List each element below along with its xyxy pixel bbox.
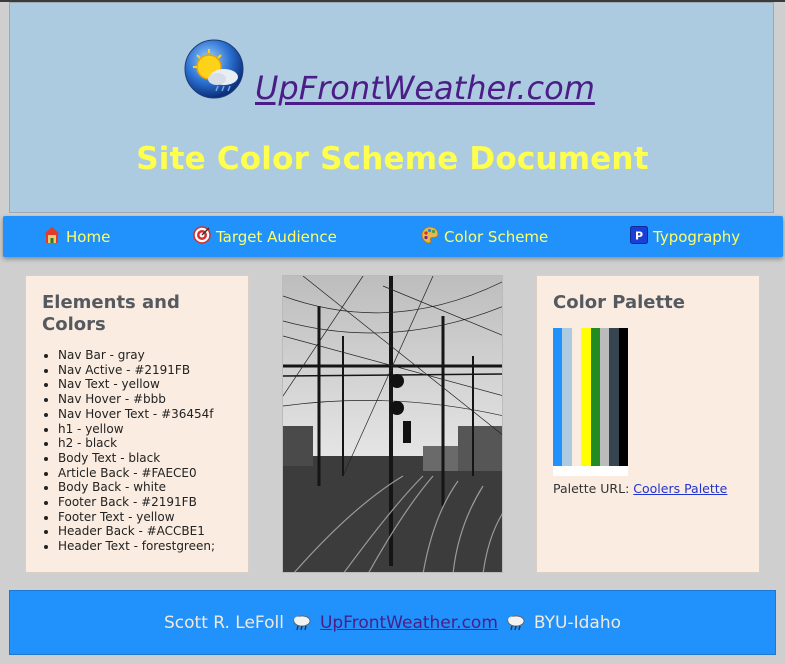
nav-item-typography[interactable]: P Typography	[630, 216, 740, 257]
swatch	[618, 328, 628, 466]
list-item: Article Back - #FAECE0	[58, 466, 215, 481]
rain-cloud-icon	[506, 614, 526, 632]
nav-label: Home	[66, 227, 111, 246]
list-item: Nav Hover Text - #36454f	[58, 407, 215, 422]
swatch	[562, 328, 572, 466]
home-icon	[43, 226, 66, 248]
list-item: Header Text - forestgreen;	[58, 539, 215, 554]
list-item: Nav Bar - gray	[58, 348, 215, 363]
site-header: UpFrontWeather.com Site Color Scheme Doc…	[9, 2, 774, 213]
elements-list: Nav Bar - gray Nav Active - #2191FB Nav …	[42, 348, 215, 554]
list-item: Nav Hover - #bbb	[58, 392, 215, 407]
list-item: Body Back - white	[58, 480, 215, 495]
list-item: Body Text - black	[58, 451, 215, 466]
nav-label: Color Scheme	[444, 227, 549, 246]
list-item: Header Back - #ACCBE1	[58, 524, 215, 539]
swatch	[599, 328, 610, 466]
rain-cloud-icon	[292, 614, 312, 632]
swatch	[581, 328, 591, 466]
coolers-palette-link[interactable]: Coolers Palette	[633, 481, 727, 496]
site-footer: Scott R. LeFoll UpFrontWeather.com BYU-I…	[9, 590, 776, 655]
elements-colors-card: Elements and Colors Nav Bar - gray Nav A…	[25, 275, 249, 573]
p-icon: P	[630, 225, 653, 248]
swatch	[609, 328, 619, 466]
railway-photo	[282, 275, 503, 573]
list-item: Nav Active - #2191FB	[58, 363, 215, 378]
card-heading: Elements and Colors	[42, 292, 180, 335]
swatch	[553, 328, 563, 466]
weather-sun-cloud-icon	[184, 39, 244, 99]
palette-url: Palette URL: Coolers Palette	[553, 481, 727, 496]
list-item: h1 - yellow	[58, 422, 215, 437]
list-item: Footer Text - yellow	[58, 510, 215, 525]
footer-site-link[interactable]: UpFrontWeather.com	[320, 613, 498, 633]
footer-author: Scott R. LeFoll	[163, 612, 284, 633]
list-item: Nav Text - yellow	[58, 377, 215, 392]
list-item: h2 - black	[58, 436, 215, 451]
palette-swatches[interactable]	[553, 328, 628, 476]
list-item: Footer Back - #2191FB	[58, 495, 215, 510]
svg-text:P: P	[635, 229, 643, 242]
nav-label: Typography	[653, 227, 741, 246]
main-nav: Home Target Audience Color Scheme P Typo…	[3, 216, 783, 257]
nav-item-target-audience[interactable]: Target Audience	[193, 216, 337, 257]
target-icon	[193, 225, 216, 248]
palette-url-label: Palette URL:	[553, 481, 630, 496]
footer-school: BYU-Idaho	[533, 612, 621, 633]
site-title-link[interactable]: UpFrontWeather.com	[255, 69, 595, 107]
nav-item-home[interactable]: Home	[43, 216, 110, 257]
swatch	[590, 328, 600, 466]
nav-label: Target Audience	[216, 227, 337, 246]
card-heading: Color Palette	[553, 292, 685, 313]
color-palette-card: Color Palette Palette URL: Coolers Palet…	[536, 275, 760, 573]
page-title: Site Color Scheme Document	[136, 141, 649, 177]
nav-item-color-scheme[interactable]: Color Scheme	[421, 216, 548, 257]
palette-icon	[421, 226, 444, 248]
swatch	[571, 328, 582, 466]
